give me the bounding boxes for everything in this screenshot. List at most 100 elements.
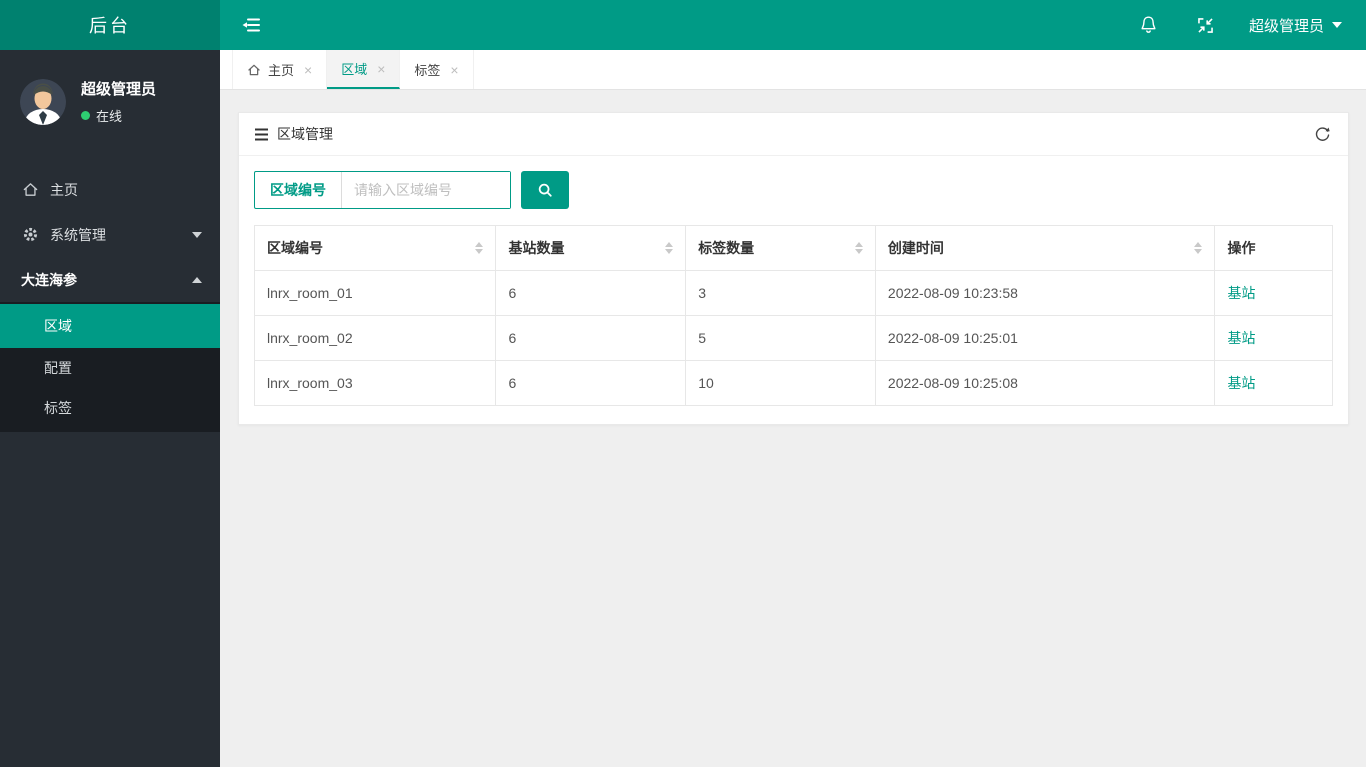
- search-group: 区域编号: [254, 171, 511, 209]
- sort-icon[interactable]: [1194, 242, 1203, 254]
- sidebar-group-dalian[interactable]: 大连海参: [0, 257, 220, 302]
- sidebar-submenu: 区域 配置 标签: [0, 302, 220, 432]
- table-body: lnrx_room_01 6 3 2022-08-09 10:23:58 基站: [253, 270, 1333, 406]
- cell-created: 2022-08-09 10:25:08: [874, 360, 1216, 406]
- cell-area-id: lnrx_room_01: [253, 270, 497, 316]
- sidebar-item-home[interactable]: 主页: [0, 167, 220, 212]
- sidebar-subitem-config[interactable]: 配置: [0, 348, 220, 388]
- sort-icon[interactable]: [665, 242, 674, 254]
- panel-body: 区域编号 请输入区域编号 区域编号 基站数量 标签数量 创建时间 操作 lnrx…: [239, 156, 1348, 424]
- table-header-row: 区域编号 基站数量 标签数量 创建时间 操作: [253, 225, 1333, 271]
- user-profile: 超级管理员 在线: [0, 50, 220, 147]
- sidebar-collapse-button[interactable]: [240, 16, 262, 34]
- chevron-up-icon: [192, 276, 202, 283]
- exit-fullscreen-button[interactable]: [1196, 16, 1215, 35]
- column-header-created[interactable]: 创建时间: [874, 225, 1216, 271]
- user-status-label: 在线: [96, 109, 123, 124]
- topbar-right: 超级管理员: [1101, 15, 1342, 36]
- menu-fold-icon: [242, 18, 260, 32]
- gear-icon: [21, 226, 39, 244]
- column-header-actions: 操作: [1214, 225, 1333, 271]
- sidebar-subitem-tag[interactable]: 标签: [0, 388, 220, 428]
- cell-actions: 基站: [1214, 270, 1333, 316]
- list-icon: [254, 128, 269, 141]
- tab-label: 主页: [268, 63, 295, 78]
- column-label: 创建时间: [887, 240, 944, 256]
- cell-stations: 6: [495, 315, 687, 361]
- close-icon[interactable]: ×: [304, 63, 312, 77]
- tab-area[interactable]: 区域 ×: [327, 50, 401, 89]
- column-header-area-id[interactable]: 区域编号: [253, 225, 497, 271]
- refresh-icon: [1315, 126, 1330, 141]
- tab-label: 标签: [414, 63, 441, 78]
- sidebar-item-system[interactable]: 系统管理: [0, 212, 220, 257]
- home-icon: [21, 181, 39, 199]
- table-row: lnrx_room_01 6 3 2022-08-09 10:23:58 基站: [253, 270, 1333, 316]
- column-header-tags[interactable]: 标签数量: [685, 225, 876, 271]
- cell-stations: 6: [495, 360, 687, 406]
- column-label: 基站数量: [508, 240, 565, 256]
- panel-title: 区域管理: [277, 126, 333, 142]
- base-station-link[interactable]: 基站: [1227, 330, 1255, 346]
- cell-created: 2022-08-09 10:25:01: [874, 315, 1216, 361]
- sort-icon[interactable]: [854, 242, 863, 254]
- compress-icon: [1198, 17, 1213, 33]
- tab-tag[interactable]: 标签 ×: [400, 50, 474, 89]
- close-icon[interactable]: ×: [450, 63, 458, 77]
- search-input[interactable]: [342, 172, 510, 208]
- base-station-link[interactable]: 基站: [1227, 285, 1255, 301]
- sidebar-item-label: 系统管理: [50, 226, 106, 243]
- topbar: 超级管理员: [220, 0, 1366, 50]
- user-menu[interactable]: 超级管理员: [1249, 15, 1342, 36]
- home-icon: [247, 63, 261, 77]
- panel-header: 区域管理: [239, 113, 1348, 156]
- close-icon[interactable]: ×: [377, 62, 385, 76]
- sidebar-menu: 主页 系统管理 大连海参 区域 配置 标签: [0, 167, 220, 432]
- area-table: 区域编号 基站数量 标签数量 创建时间 操作 lnrx_room_01 6 3 …: [253, 225, 1333, 406]
- column-label: 操作: [1227, 240, 1256, 256]
- page-content: 区域管理 区域编号 请输入区域编号 区域编号 基站数量 标签数量 创建时间 操作…: [220, 90, 1366, 767]
- tab-home[interactable]: 主页 ×: [232, 50, 328, 89]
- sidebar-item-label: 主页: [50, 181, 78, 198]
- cell-tags: 3: [685, 270, 876, 316]
- avatar-illustration: [20, 78, 66, 125]
- search-button[interactable]: [521, 171, 569, 209]
- base-station-link[interactable]: 基站: [1227, 375, 1255, 391]
- sidebar-group-label: 大连海参: [21, 271, 77, 288]
- online-dot-icon: [81, 111, 90, 120]
- search-field-label: 区域编号: [255, 172, 342, 208]
- refresh-button[interactable]: [1312, 124, 1333, 145]
- bell-icon: [1141, 16, 1156, 33]
- cell-created: 2022-08-09 10:23:58: [874, 270, 1216, 316]
- search-icon: [538, 183, 552, 197]
- tab-label: 区域: [341, 62, 368, 77]
- cell-area-id: lnrx_room_02: [253, 315, 497, 361]
- cell-tags: 10: [685, 360, 876, 406]
- cell-tags: 5: [685, 315, 876, 361]
- column-header-stations[interactable]: 基站数量: [495, 225, 687, 271]
- cell-stations: 6: [495, 270, 687, 316]
- sidebar-subitem-area[interactable]: 区域: [0, 304, 220, 348]
- user-name: 超级管理员: [81, 81, 157, 98]
- main-area: 超级管理员 主页 × 区域 × 标签 × 区域管理 区域编号 请输入区域编号 区…: [220, 0, 1366, 767]
- user-status: 在线: [81, 106, 156, 125]
- column-label: 区域编号: [267, 240, 323, 256]
- app-logo: 后台: [0, 0, 220, 50]
- table-row: lnrx_room_02 6 5 2022-08-09 10:25:01 基站: [253, 315, 1333, 361]
- user-info: 超级管理员 在线: [81, 78, 156, 125]
- area-management-panel: 区域管理 区域编号 请输入区域编号 区域编号 基站数量 标签数量 创建时间 操作…: [238, 112, 1349, 425]
- tab-bar: 主页 × 区域 × 标签 ×: [220, 50, 1366, 90]
- sidebar: 后台 超级管理员 在线 主页 系统管理 大连海参 区域 配置 标签: [0, 0, 220, 767]
- cell-area-id: lnrx_room_03: [253, 360, 497, 406]
- cell-actions: 基站: [1214, 360, 1333, 406]
- avatar: [20, 78, 66, 125]
- user-menu-label: 超级管理员: [1248, 17, 1324, 35]
- cell-actions: 基站: [1214, 315, 1333, 361]
- app-root: 后台 超级管理员 在线 主页 系统管理 大连海参 区域 配置 标签 超级管理员 …: [0, 0, 1366, 767]
- chevron-down-icon: [192, 231, 202, 238]
- search-bar: 区域编号: [254, 171, 1333, 209]
- notifications-button[interactable]: [1139, 15, 1158, 35]
- table-row: lnrx_room_03 6 10 2022-08-09 10:25:08 基站: [253, 360, 1333, 406]
- sort-icon[interactable]: [475, 242, 484, 254]
- column-label: 标签数量: [698, 240, 755, 256]
